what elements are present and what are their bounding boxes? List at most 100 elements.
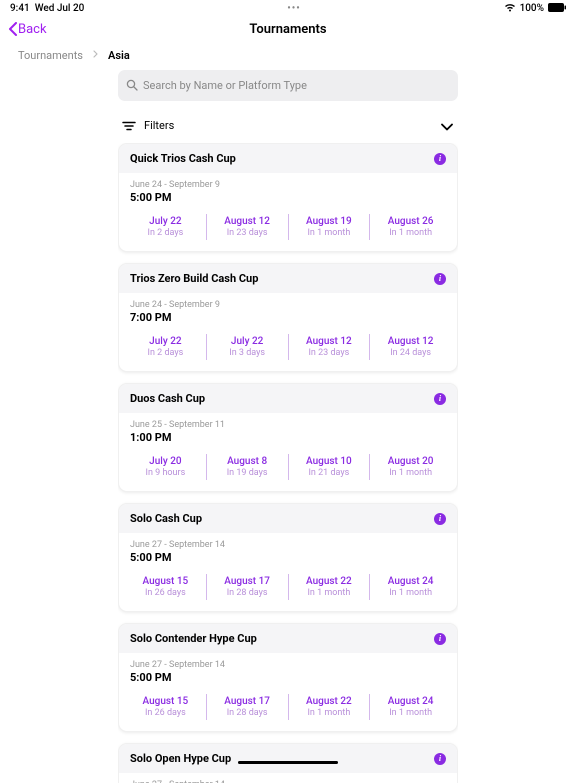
session-relative: In 1 month bbox=[370, 468, 451, 478]
chevron-right-icon bbox=[93, 50, 98, 61]
session-relative: In 9 hours bbox=[125, 468, 206, 478]
card-header: Duos Cash Cup i bbox=[119, 384, 457, 413]
info-icon[interactable]: i bbox=[434, 633, 446, 645]
session-item[interactable]: August 26In 1 month bbox=[369, 214, 451, 240]
session-relative: In 28 days bbox=[207, 708, 288, 718]
session-relative: In 26 days bbox=[125, 708, 206, 718]
session-relative: In 1 month bbox=[289, 708, 370, 718]
card-subheader: June 27 - September 145:00 PM bbox=[119, 773, 457, 783]
search-box[interactable] bbox=[118, 70, 458, 101]
nav-bar: Back Tournaments bbox=[0, 15, 576, 43]
back-label: Back bbox=[18, 22, 47, 37]
session-item[interactable]: August 17In 28 days bbox=[206, 574, 288, 600]
card-subheader: June 25 - September 111:00 PM bbox=[119, 413, 457, 446]
card-date-range: June 25 - September 11 bbox=[130, 420, 446, 430]
breadcrumb-root[interactable]: Tournaments bbox=[18, 49, 83, 62]
back-button[interactable]: Back bbox=[8, 22, 47, 37]
session-item[interactable]: July 22In 3 days bbox=[206, 334, 288, 360]
tournament-card[interactable]: Solo Cash CupiJune 27 - September 145:00… bbox=[118, 503, 458, 612]
session-row: July 22In 2 daysJuly 22In 3 daysAugust 1… bbox=[119, 326, 457, 371]
session-row: August 15In 26 daysAugust 17In 28 daysAu… bbox=[119, 566, 457, 611]
session-relative: In 2 days bbox=[125, 348, 206, 358]
session-date: August 8 bbox=[207, 456, 288, 467]
session-date: August 12 bbox=[370, 336, 451, 347]
session-relative: In 24 days bbox=[370, 348, 451, 358]
session-item[interactable]: August 12In 23 days bbox=[206, 214, 288, 240]
card-time: 5:00 PM bbox=[130, 551, 446, 564]
filters-label: Filters bbox=[144, 119, 174, 132]
session-item[interactable]: August 24In 1 month bbox=[369, 694, 451, 720]
card-header: Solo Cash Cupi bbox=[119, 504, 457, 533]
card-title: Trios Zero Build Cash Cup bbox=[130, 272, 258, 285]
session-date: July 22 bbox=[125, 216, 206, 227]
page-title: Tournaments bbox=[249, 22, 326, 37]
session-date: August 10 bbox=[289, 456, 370, 467]
search-icon bbox=[126, 76, 138, 95]
battery-percent: 100% bbox=[520, 3, 544, 14]
card-header: Quick Trios Cash Cupi bbox=[119, 144, 457, 173]
session-relative: In 1 month bbox=[289, 588, 370, 598]
search-input[interactable] bbox=[143, 79, 450, 92]
session-item[interactable]: August 19In 1 month bbox=[288, 214, 370, 240]
wifi-icon bbox=[504, 3, 516, 15]
session-relative: In 1 month bbox=[370, 588, 451, 598]
session-date: August 17 bbox=[207, 576, 288, 587]
session-date: August 15 bbox=[125, 576, 206, 587]
session-item[interactable]: August 22In 1 month bbox=[288, 694, 370, 720]
card-date-range: June 24 - September 9 bbox=[130, 180, 446, 190]
card-title: Duos Cash Cup bbox=[130, 392, 205, 405]
session-item[interactable]: August 20In 1 month bbox=[369, 454, 451, 480]
session-item[interactable]: August 22In 1 month bbox=[288, 574, 370, 600]
status-dots: ••• bbox=[287, 3, 301, 14]
filter-icon bbox=[122, 116, 136, 135]
session-item[interactable]: August 15In 26 days bbox=[125, 694, 206, 720]
session-relative: In 23 days bbox=[207, 228, 288, 238]
session-date: July 20 bbox=[125, 456, 206, 467]
info-icon[interactable]: i bbox=[434, 393, 446, 405]
home-indicator bbox=[238, 761, 338, 764]
session-date: August 20 bbox=[370, 456, 451, 467]
card-subheader: June 27 - September 145:00 PM bbox=[119, 653, 457, 686]
session-date: August 15 bbox=[125, 696, 206, 707]
tournament-list: Quick Trios Cash Cupi June 24 - September… bbox=[118, 143, 458, 783]
session-relative: In 26 days bbox=[125, 588, 206, 598]
session-date: August 24 bbox=[370, 696, 451, 707]
session-row: July 22In 2 daysAugust 12In 23 daysAugus… bbox=[119, 206, 457, 251]
info-icon[interactable]: i bbox=[434, 273, 446, 285]
card-header: Solo Contender Hype Cupi bbox=[119, 624, 457, 653]
session-date: August 26 bbox=[370, 216, 451, 227]
session-item[interactable]: July 20In 9 hours bbox=[125, 454, 206, 480]
info-icon[interactable]: i bbox=[434, 753, 446, 765]
session-item[interactable]: August 10In 21 days bbox=[288, 454, 370, 480]
session-item[interactable]: August 24In 1 month bbox=[369, 574, 451, 600]
card-subheader: June 24 - September 97:00 PM bbox=[119, 293, 457, 326]
session-relative: In 1 month bbox=[370, 708, 451, 718]
session-item[interactable]: July 22In 2 days bbox=[125, 214, 206, 240]
session-relative: In 21 days bbox=[289, 468, 370, 478]
session-date: August 12 bbox=[289, 336, 370, 347]
tournament-card[interactable]: Quick Trios Cash Cupi June 24 - September… bbox=[118, 143, 458, 252]
card-time: 5:00 PM bbox=[130, 671, 446, 684]
info-icon[interactable]: i bbox=[434, 153, 446, 165]
session-relative: In 19 days bbox=[207, 468, 288, 478]
card-title: Solo Open Hype Cup bbox=[130, 752, 231, 765]
session-item[interactable]: August 12In 24 days bbox=[369, 334, 451, 360]
session-relative: In 1 month bbox=[289, 228, 370, 238]
session-row: July 20In 9 hoursAugust 8In 19 daysAugus… bbox=[119, 446, 457, 491]
breadcrumb-current: Asia bbox=[108, 49, 130, 62]
session-item[interactable]: August 8In 19 days bbox=[206, 454, 288, 480]
info-icon[interactable]: i bbox=[434, 513, 446, 525]
session-item[interactable]: July 22In 2 days bbox=[125, 334, 206, 360]
session-item[interactable]: August 15In 26 days bbox=[125, 574, 206, 600]
card-date-range: June 24 - September 9 bbox=[130, 300, 446, 310]
tournament-card[interactable]: Trios Zero Build Cash Cup i June 24 - Sept… bbox=[118, 263, 458, 372]
filters-row[interactable]: Filters bbox=[118, 109, 458, 143]
status-day: Wed Jul 20 bbox=[35, 3, 85, 14]
session-item[interactable]: August 12In 23 days bbox=[288, 334, 370, 360]
session-relative: In 1 month bbox=[370, 228, 451, 238]
tournament-card[interactable]: Duos Cash Cup i June 25 - September 111:00… bbox=[118, 383, 458, 492]
card-time: 5:00 PM bbox=[130, 191, 446, 204]
session-item[interactable]: August 17In 28 days bbox=[206, 694, 288, 720]
tournament-card[interactable]: Solo Contender Hype CupiJune 27 - Septem… bbox=[118, 623, 458, 732]
session-date: August 22 bbox=[289, 576, 370, 587]
